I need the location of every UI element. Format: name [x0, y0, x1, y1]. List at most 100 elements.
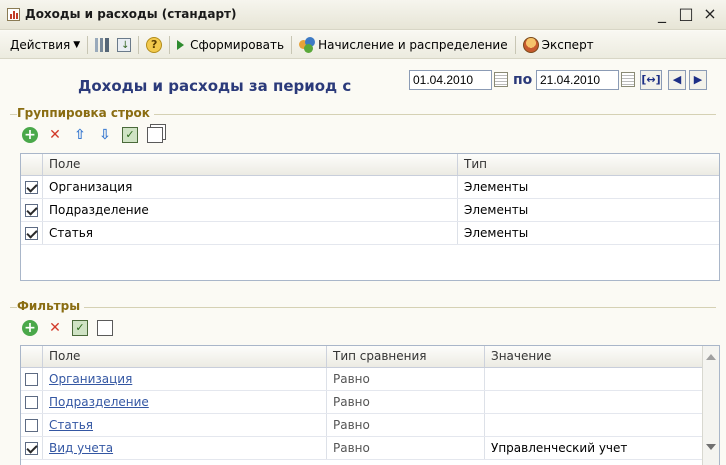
download-icon: ↓: [117, 37, 132, 52]
generate-button[interactable]: Сформировать: [173, 34, 288, 56]
toolbar-separator: [514, 35, 516, 54]
prev-period-button[interactable]: ◀: [668, 70, 686, 90]
table-row[interactable]: Организация Элементы: [21, 176, 719, 199]
title-bar: Доходы и расходы (стандарт) _ □ ×: [0, 0, 726, 30]
type-cell[interactable]: Элементы: [458, 222, 719, 244]
settings-icon: [95, 37, 110, 52]
report-window: Доходы и расходы (стандарт) _ □ × Действ…: [0, 0, 726, 465]
row-checkbox[interactable]: [25, 226, 38, 240]
section-divider: [10, 307, 716, 308]
column-header[interactable]: Тип: [458, 154, 719, 175]
field-cell[interactable]: Подразделение: [43, 199, 458, 221]
uncheck-all-icon[interactable]: [147, 127, 163, 143]
toolbar-separator: [87, 35, 89, 54]
value-cell[interactable]: Управленческий учет: [485, 437, 719, 459]
row-checkbox[interactable]: [25, 395, 38, 409]
table-row[interactable]: Вид учета Равно Управленческий учет: [21, 437, 719, 460]
add-icon[interactable]: +: [22, 127, 38, 143]
help-icon: ?: [146, 36, 163, 53]
row-checkbox[interactable]: [25, 372, 38, 386]
add-icon[interactable]: +: [22, 320, 38, 336]
filters-table: Поле Тип сравнения Значение Организация …: [20, 345, 720, 465]
filter-field-link[interactable]: Вид учета: [49, 441, 113, 455]
filter-field-link[interactable]: Статья: [49, 418, 93, 432]
filters-scrollbar[interactable]: [702, 346, 719, 465]
grouping-toolbar: + ✕ ⇧ ⇩ ✓: [22, 127, 163, 143]
date-to-label: по: [513, 72, 533, 88]
value-cell[interactable]: [485, 414, 719, 436]
accrual-label: Начисление и распределение: [318, 37, 508, 52]
comparison-cell[interactable]: Равно: [327, 414, 485, 436]
comparison-cell[interactable]: Равно: [327, 437, 485, 459]
actions-label: Действия: [10, 37, 71, 52]
table-row[interactable]: Подразделение Равно: [21, 391, 719, 414]
type-cell[interactable]: Элементы: [458, 176, 719, 198]
row-checkbox[interactable]: [25, 418, 38, 432]
delete-icon[interactable]: ✕: [47, 127, 63, 143]
table-row[interactable]: Статья Равно: [21, 414, 719, 437]
check-all-icon[interactable]: ✓: [122, 127, 138, 143]
delete-icon[interactable]: ✕: [47, 320, 63, 336]
type-cell[interactable]: Элементы: [458, 199, 719, 221]
accrual-distribution-button[interactable]: Начисление и распределение: [295, 34, 512, 56]
scroll-up-icon[interactable]: [706, 354, 716, 360]
period-header: Доходы и расходы за период с по [↔] ◀ ▶: [0, 60, 726, 102]
filter-field-link[interactable]: Подразделение: [49, 395, 149, 409]
play-icon: [177, 39, 185, 50]
generate-label: Сформировать: [190, 37, 285, 52]
field-cell[interactable]: Организация: [43, 176, 458, 198]
report-settings-button[interactable]: [91, 34, 113, 56]
column-header[interactable]: Поле: [43, 346, 327, 367]
report-app-icon: [7, 8, 20, 21]
comparison-cell[interactable]: Равно: [327, 368, 485, 390]
dropdown-arrow-icon: ▼: [73, 39, 81, 50]
date-from-input[interactable]: [409, 70, 492, 90]
column-header[interactable]: Значение: [485, 346, 719, 367]
toolbar-separator: [291, 35, 293, 54]
comparison-cell[interactable]: Равно: [327, 391, 485, 413]
help-button[interactable]: ?: [142, 34, 166, 56]
scroll-down-icon[interactable]: [706, 444, 716, 450]
move-up-icon[interactable]: ⇧: [72, 127, 88, 143]
grouping-section-label: Группировка строк: [17, 106, 154, 120]
check-all-icon[interactable]: ✓: [72, 320, 88, 336]
calendar-icon[interactable]: [621, 72, 635, 87]
period-select-button[interactable]: [↔]: [640, 70, 662, 90]
main-toolbar: Действия ▼ ↓ ? Сформировать Начисление и…: [0, 31, 726, 59]
table-header: Поле Тип: [21, 154, 719, 176]
toolbar-separator: [138, 35, 140, 54]
column-header[interactable]: Поле: [43, 154, 458, 175]
filter-field-link[interactable]: Организация: [49, 372, 132, 386]
maximize-button[interactable]: □: [678, 4, 694, 24]
value-cell[interactable]: [485, 368, 719, 390]
date-to-input[interactable]: [536, 70, 619, 90]
close-button[interactable]: ×: [702, 4, 718, 24]
table-header: Поле Тип сравнения Значение: [21, 346, 719, 368]
row-checkbox[interactable]: [25, 203, 38, 217]
save-settings-button[interactable]: ↓: [113, 34, 135, 56]
table-row[interactable]: Подразделение Элементы: [21, 199, 719, 222]
move-down-icon[interactable]: ⇩: [97, 127, 113, 143]
page-title: Доходы и расходы за период с: [78, 77, 352, 95]
calendar-icon[interactable]: [494, 72, 508, 87]
expert-button[interactable]: Эксперт: [519, 34, 598, 56]
expert-label: Эксперт: [541, 37, 594, 52]
row-checkbox[interactable]: [25, 441, 38, 455]
uncheck-all-icon[interactable]: [97, 320, 113, 336]
table-row[interactable]: Организация Равно: [21, 368, 719, 391]
grouping-table: Поле Тип Организация Элементы Подразделе…: [20, 153, 720, 281]
minimize-button[interactable]: _: [654, 4, 670, 24]
row-checkbox[interactable]: [25, 180, 38, 194]
window-title: Доходы и расходы (стандарт): [25, 7, 237, 21]
filters-section-label: Фильтры: [17, 299, 85, 313]
value-cell[interactable]: [485, 391, 719, 413]
expert-icon: [522, 36, 539, 53]
field-cell[interactable]: Статья: [43, 222, 458, 244]
table-row[interactable]: Статья Элементы: [21, 222, 719, 245]
accrual-icon: [299, 36, 316, 53]
toolbar-separator: [169, 35, 171, 54]
actions-menu-button[interactable]: Действия ▼: [6, 34, 84, 56]
next-period-button[interactable]: ▶: [689, 70, 707, 90]
column-header[interactable]: Тип сравнения: [327, 346, 485, 367]
filters-toolbar: + ✕ ✓: [22, 320, 113, 336]
